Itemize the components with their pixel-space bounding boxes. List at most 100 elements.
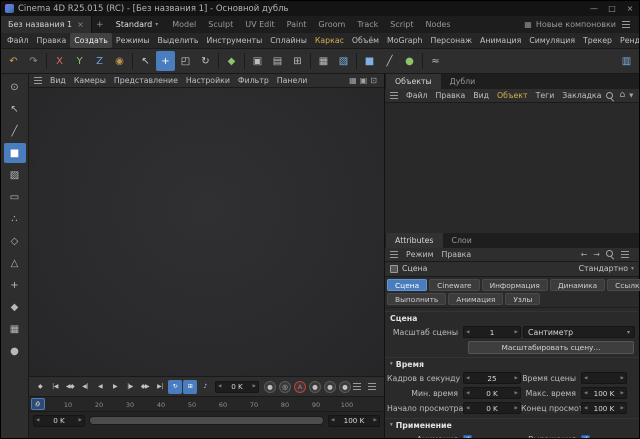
om-menu-item[interactable]: Объект xyxy=(493,88,532,103)
record-parameters-button[interactable]: ● xyxy=(324,381,336,393)
layout-preset[interactable]: Sculpt xyxy=(202,20,239,29)
panel-toggle-icon[interactable]: ▥ xyxy=(617,51,636,71)
simulation-icon[interactable]: ≈ xyxy=(426,51,445,71)
play-backwards-button[interactable]: ◀ xyxy=(93,380,107,394)
viewport-menu-item[interactable]: Фильтр xyxy=(234,73,273,88)
object-manager-panel-menu-icon[interactable] xyxy=(390,92,398,99)
spinner-increment-icon[interactable]: ▶ xyxy=(513,330,520,335)
scale-project-button[interactable]: Масштабировать сцену... xyxy=(468,341,634,354)
spinner-decrement-icon[interactable]: ◀ xyxy=(34,418,41,423)
checkbox[interactable]: ✓ xyxy=(463,435,472,439)
om-menu-item[interactable]: Файл xyxy=(402,88,432,103)
goto-end-button[interactable]: ▶| xyxy=(153,380,167,394)
scale-tool-icon[interactable]: ◰ xyxy=(176,51,195,71)
spinner-decrement-icon[interactable]: ◀ xyxy=(582,376,589,381)
next-key-button[interactable]: ◆▶ xyxy=(138,380,152,394)
menu-item[interactable]: Трекер xyxy=(579,33,616,48)
timeline-scrollbar[interactable] xyxy=(89,416,324,425)
menu-item[interactable]: Файл xyxy=(3,33,33,48)
project-scale-value[interactable]: 1 xyxy=(471,328,512,337)
layout-preset[interactable]: Nodes xyxy=(419,20,456,29)
attr-section-tab[interactable]: Сцена xyxy=(387,279,427,291)
undo-icon[interactable]: ↶ xyxy=(4,51,23,71)
attr-section-tab[interactable]: Ссылки xyxy=(607,279,640,291)
value-spinner[interactable]: ◀25▶ xyxy=(463,372,521,384)
axis-y-lock-icon[interactable]: Y xyxy=(70,51,89,71)
model-mode-icon[interactable]: ■ xyxy=(4,143,26,163)
attr-section-tab[interactable]: Выполнить xyxy=(387,293,446,305)
range-end-spinner[interactable]: ◀ 100 K ▶ xyxy=(328,415,380,427)
axis-x-lock-icon[interactable]: X xyxy=(50,51,69,71)
all-frames-button[interactable]: ⊞ xyxy=(183,380,197,394)
zoom-tool-icon[interactable]: ⊙ xyxy=(4,77,26,97)
attr-section-tab[interactable]: Информация xyxy=(482,279,548,291)
search-icon[interactable] xyxy=(605,91,615,101)
om-menu-item[interactable]: Вид xyxy=(469,88,493,103)
attributes-panel-menu-icon[interactable] xyxy=(390,251,398,258)
spinner-increment-icon[interactable]: ▶ xyxy=(619,406,626,411)
goto-start-button[interactable]: |◀ xyxy=(48,380,62,394)
layout-preset[interactable]: Model xyxy=(166,20,202,29)
selection-tool-icon[interactable]: ↖ xyxy=(4,99,26,119)
spinner-decrement-icon[interactable]: ◀ xyxy=(216,384,223,389)
section-header-time[interactable]: ▾ Время xyxy=(385,357,639,371)
enable-axis-icon[interactable]: + xyxy=(4,275,26,295)
menu-item[interactable]: Сплайны xyxy=(266,33,311,48)
menu-item[interactable]: Персонаж xyxy=(426,33,476,48)
marker-button[interactable]: ◆ xyxy=(33,380,47,394)
live-selection-icon[interactable]: ↖ xyxy=(136,51,155,71)
spinner-increment-icon[interactable]: ▶ xyxy=(251,384,258,389)
polygons-mode-icon[interactable]: △ xyxy=(4,253,26,273)
attr-menu-item[interactable]: Правка xyxy=(437,247,475,262)
current-frame-value[interactable]: 0 K xyxy=(223,382,250,391)
render-settings-icon[interactable]: ⊞ xyxy=(288,51,307,71)
keyframe-selection-button[interactable]: ◎ xyxy=(279,381,291,393)
viewport-menu-item[interactable]: Камеры xyxy=(70,73,110,88)
attr-section-tab[interactable]: Узлы xyxy=(505,293,540,305)
sphere-primitive-icon[interactable]: ● xyxy=(400,51,419,71)
spinner-increment-icon[interactable]: ▶ xyxy=(513,406,520,411)
viewport-panel-menu-icon[interactable] xyxy=(34,77,42,84)
tab-takes[interactable]: Дубли xyxy=(441,74,485,89)
layouts-menu-icon[interactable] xyxy=(622,21,630,28)
loop-mode-button[interactable]: ↻ xyxy=(168,380,182,394)
menu-item[interactable]: Рендеринг xyxy=(616,33,639,48)
spinner-value[interactable]: 100 K xyxy=(589,389,618,398)
record-pla-button[interactable]: ● xyxy=(339,381,351,393)
layout-preset[interactable]: Script xyxy=(384,20,419,29)
spinner-increment-icon[interactable]: ▶ xyxy=(619,391,626,396)
spinner-decrement-icon[interactable]: ◀ xyxy=(464,376,471,381)
attributes-options-icon[interactable] xyxy=(621,251,629,258)
sound-button[interactable]: ♪ xyxy=(198,380,212,394)
fcurve-menu-icon[interactable] xyxy=(368,383,376,390)
timeline-scrollbar-thumb[interactable] xyxy=(90,417,323,424)
spinner-decrement-icon[interactable]: ◀ xyxy=(582,406,589,411)
grid-toggle-icon[interactable]: ▦ xyxy=(349,76,357,85)
record-position-button[interactable]: ● xyxy=(309,381,321,393)
layout-preset[interactable]: Paint xyxy=(281,20,313,29)
viewport[interactable] xyxy=(29,88,384,377)
menu-item[interactable]: Симуляция xyxy=(525,33,579,48)
render-safe-icon[interactable]: ▣ xyxy=(360,76,368,85)
tab-objects[interactable]: Объекты xyxy=(386,74,441,89)
value-spinner[interactable]: ◀100 K▶ xyxy=(581,402,627,414)
menu-item[interactable]: MoGraph xyxy=(383,33,426,48)
value-spinner[interactable]: ◀0 K▶ xyxy=(463,402,521,414)
viewport-menu-item[interactable]: Панели xyxy=(273,73,312,88)
texture-mode-icon[interactable]: ▨ xyxy=(4,165,26,185)
om-menu-item[interactable]: Теги xyxy=(532,88,559,103)
spinner-increment-icon[interactable]: ▶ xyxy=(372,418,379,423)
snap-mode-icon[interactable]: ◆ xyxy=(4,297,26,317)
move-tool-icon[interactable]: + xyxy=(156,51,175,71)
menu-item[interactable]: Режимы xyxy=(112,33,154,48)
attr-section-tab[interactable]: Динамика xyxy=(550,279,605,291)
timeline-menu-icon[interactable] xyxy=(353,383,361,390)
spinner-value[interactable]: 0 K xyxy=(471,389,512,398)
spinner-increment-icon[interactable]: ▶ xyxy=(77,418,84,423)
spinner-value[interactable]: 0 K xyxy=(471,404,512,413)
search-icon[interactable] xyxy=(605,249,615,259)
range-start-spinner[interactable]: ◀ 0 K ▶ xyxy=(33,415,85,427)
menu-item[interactable]: Выделить xyxy=(154,33,203,48)
solo-mode-icon[interactable]: ● xyxy=(4,341,26,361)
filter-icon[interactable]: ▼ xyxy=(629,93,633,99)
